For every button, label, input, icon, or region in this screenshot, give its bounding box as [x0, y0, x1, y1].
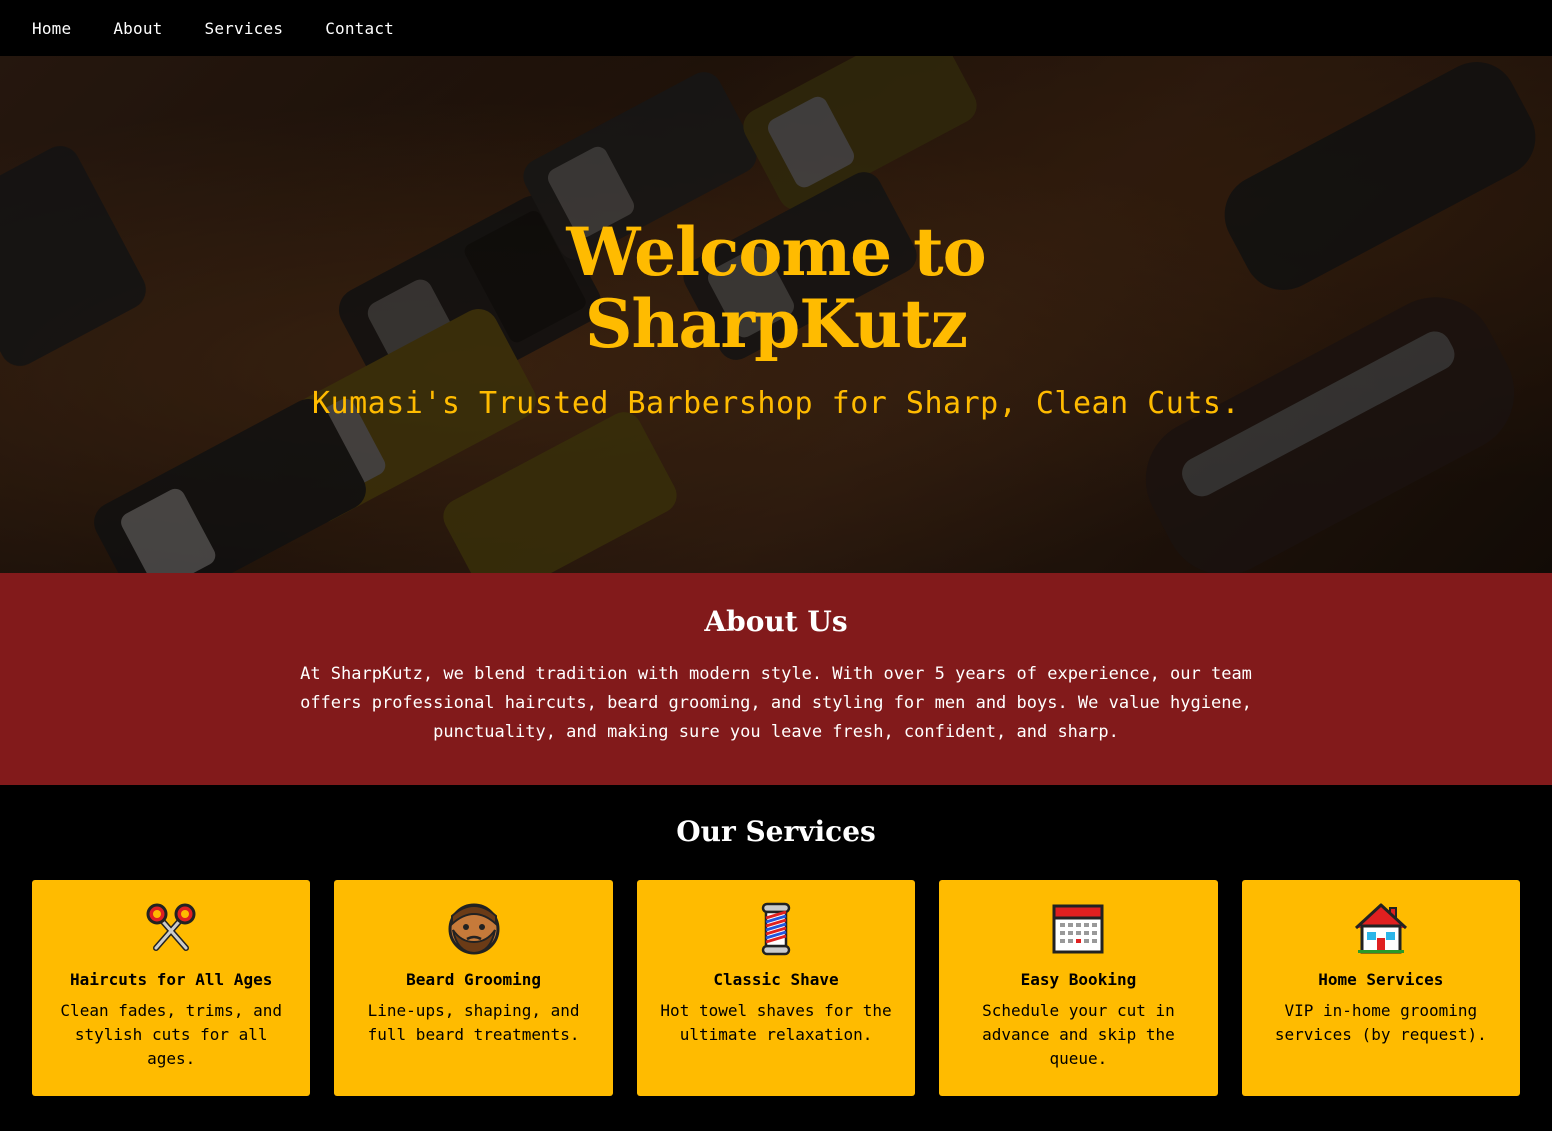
- barber-pole-icon: [761, 902, 791, 956]
- scissors-icon: [146, 903, 196, 951]
- hero-title-line2: SharpKutz: [584, 285, 968, 363]
- service-title: Haircuts for All Ages: [70, 970, 273, 989]
- nav-link-about[interactable]: About: [113, 19, 162, 38]
- bearded-man-icon: [448, 903, 500, 955]
- services-section: Our Services Haircuts for All Ages Clean…: [0, 785, 1552, 1131]
- service-title: Home Services: [1318, 970, 1444, 989]
- house-icon: [1354, 903, 1407, 954]
- about-heading: About Us: [704, 605, 848, 638]
- service-title: Beard Grooming: [406, 970, 542, 989]
- service-description: Line-ups, shaping, and full beard treatm…: [367, 1001, 580, 1044]
- services-heading: Our Services: [676, 815, 876, 848]
- service-description: Schedule your cut in advance and skip th…: [982, 1001, 1175, 1068]
- service-card-beard: Beard Grooming Line-ups, shaping, and fu…: [334, 880, 613, 1096]
- services-cards: Haircuts for All Ages Clean fades, trims…: [0, 880, 1552, 1096]
- hero-content: Welcome to SharpKutz Kumasi's Trusted Ba…: [0, 56, 1552, 573]
- hero-title-line1: Welcome to: [566, 213, 986, 291]
- service-title: Easy Booking: [1020, 970, 1137, 989]
- nav-link-services[interactable]: Services: [205, 19, 284, 38]
- nav-link-contact[interactable]: Contact: [325, 19, 394, 38]
- service-description: Hot towel shaves for the ultimate relaxa…: [660, 1001, 892, 1044]
- calendar-icon: [1052, 904, 1104, 954]
- nav-link-home[interactable]: Home: [32, 19, 71, 38]
- about-section: About Us At SharpKutz, we blend traditio…: [0, 573, 1552, 785]
- top-nav: Home About Services Contact: [0, 0, 1552, 56]
- hero-section: Welcome to SharpKutz Kumasi's Trusted Ba…: [0, 56, 1552, 573]
- service-title: Classic Shave: [713, 970, 839, 989]
- service-card-haircuts: Haircuts for All Ages Clean fades, trims…: [32, 880, 311, 1096]
- service-description: VIP in-home grooming services (by reques…: [1274, 1001, 1487, 1044]
- hero-title: Welcome to SharpKutz: [566, 213, 986, 363]
- service-description: Clean fades, trims, and stylish cuts for…: [60, 1001, 282, 1068]
- service-card-booking: Easy Booking Schedule your cut in advanc…: [939, 880, 1218, 1096]
- hero-subtitle: Kumasi's Trusted Barbershop for Sharp, C…: [311, 386, 1241, 421]
- service-card-home: Home Services VIP in-home grooming servi…: [1241, 880, 1521, 1096]
- about-text: At SharpKutz, we blend tradition with mo…: [300, 664, 1252, 742]
- service-card-shave: Classic Shave Hot towel shaves for the u…: [636, 880, 916, 1096]
